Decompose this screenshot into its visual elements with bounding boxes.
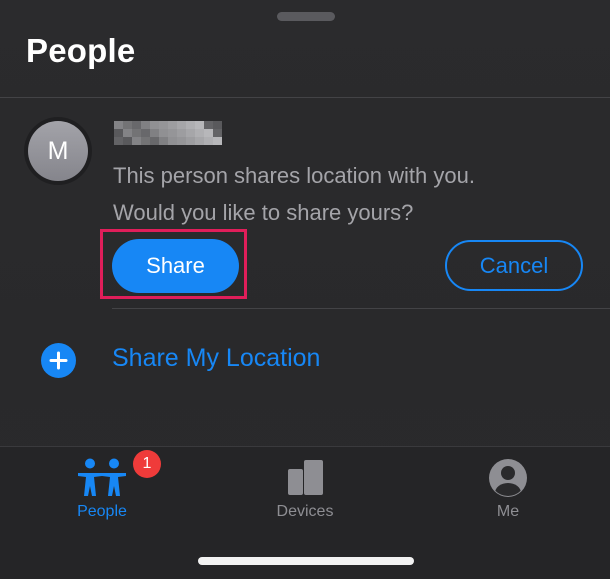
tab-people[interactable]: 1 People bbox=[22, 446, 182, 526]
sheet-grabber[interactable] bbox=[277, 12, 335, 21]
page-title: People bbox=[26, 32, 136, 69]
tab-people-label: People bbox=[77, 503, 127, 520]
message-line-1: This person shares location with you. bbox=[113, 163, 475, 188]
avatar-initial: M bbox=[28, 121, 88, 181]
person-row-divider bbox=[112, 308, 610, 309]
people-sheet: People M This person shares location wit… bbox=[0, 0, 610, 579]
tab-devices-label: Devices bbox=[276, 503, 334, 520]
header-divider bbox=[0, 97, 610, 98]
tab-devices[interactable]: Devices bbox=[225, 446, 385, 526]
blurred-contact-name bbox=[114, 121, 222, 145]
tab-me[interactable]: Me bbox=[428, 446, 588, 526]
person-circle-icon bbox=[489, 459, 527, 497]
notification-badge: 1 bbox=[133, 450, 161, 478]
cancel-button[interactable]: Cancel bbox=[445, 240, 583, 291]
share-my-location-label: Share My Location bbox=[112, 344, 321, 372]
home-indicator[interactable] bbox=[198, 557, 414, 565]
devices-icon bbox=[288, 460, 323, 495]
people-icon bbox=[78, 458, 126, 496]
avatar[interactable]: M bbox=[24, 117, 92, 185]
tab-me-label: Me bbox=[496, 503, 520, 520]
share-my-location-row[interactable]: Share My Location bbox=[0, 330, 610, 390]
message-line-2: Would you like to share yours? bbox=[113, 200, 414, 225]
plus-circle-icon bbox=[41, 343, 76, 378]
share-button[interactable]: Share bbox=[112, 239, 239, 293]
share-request-message: This person shares location with you. Wo… bbox=[113, 157, 593, 231]
